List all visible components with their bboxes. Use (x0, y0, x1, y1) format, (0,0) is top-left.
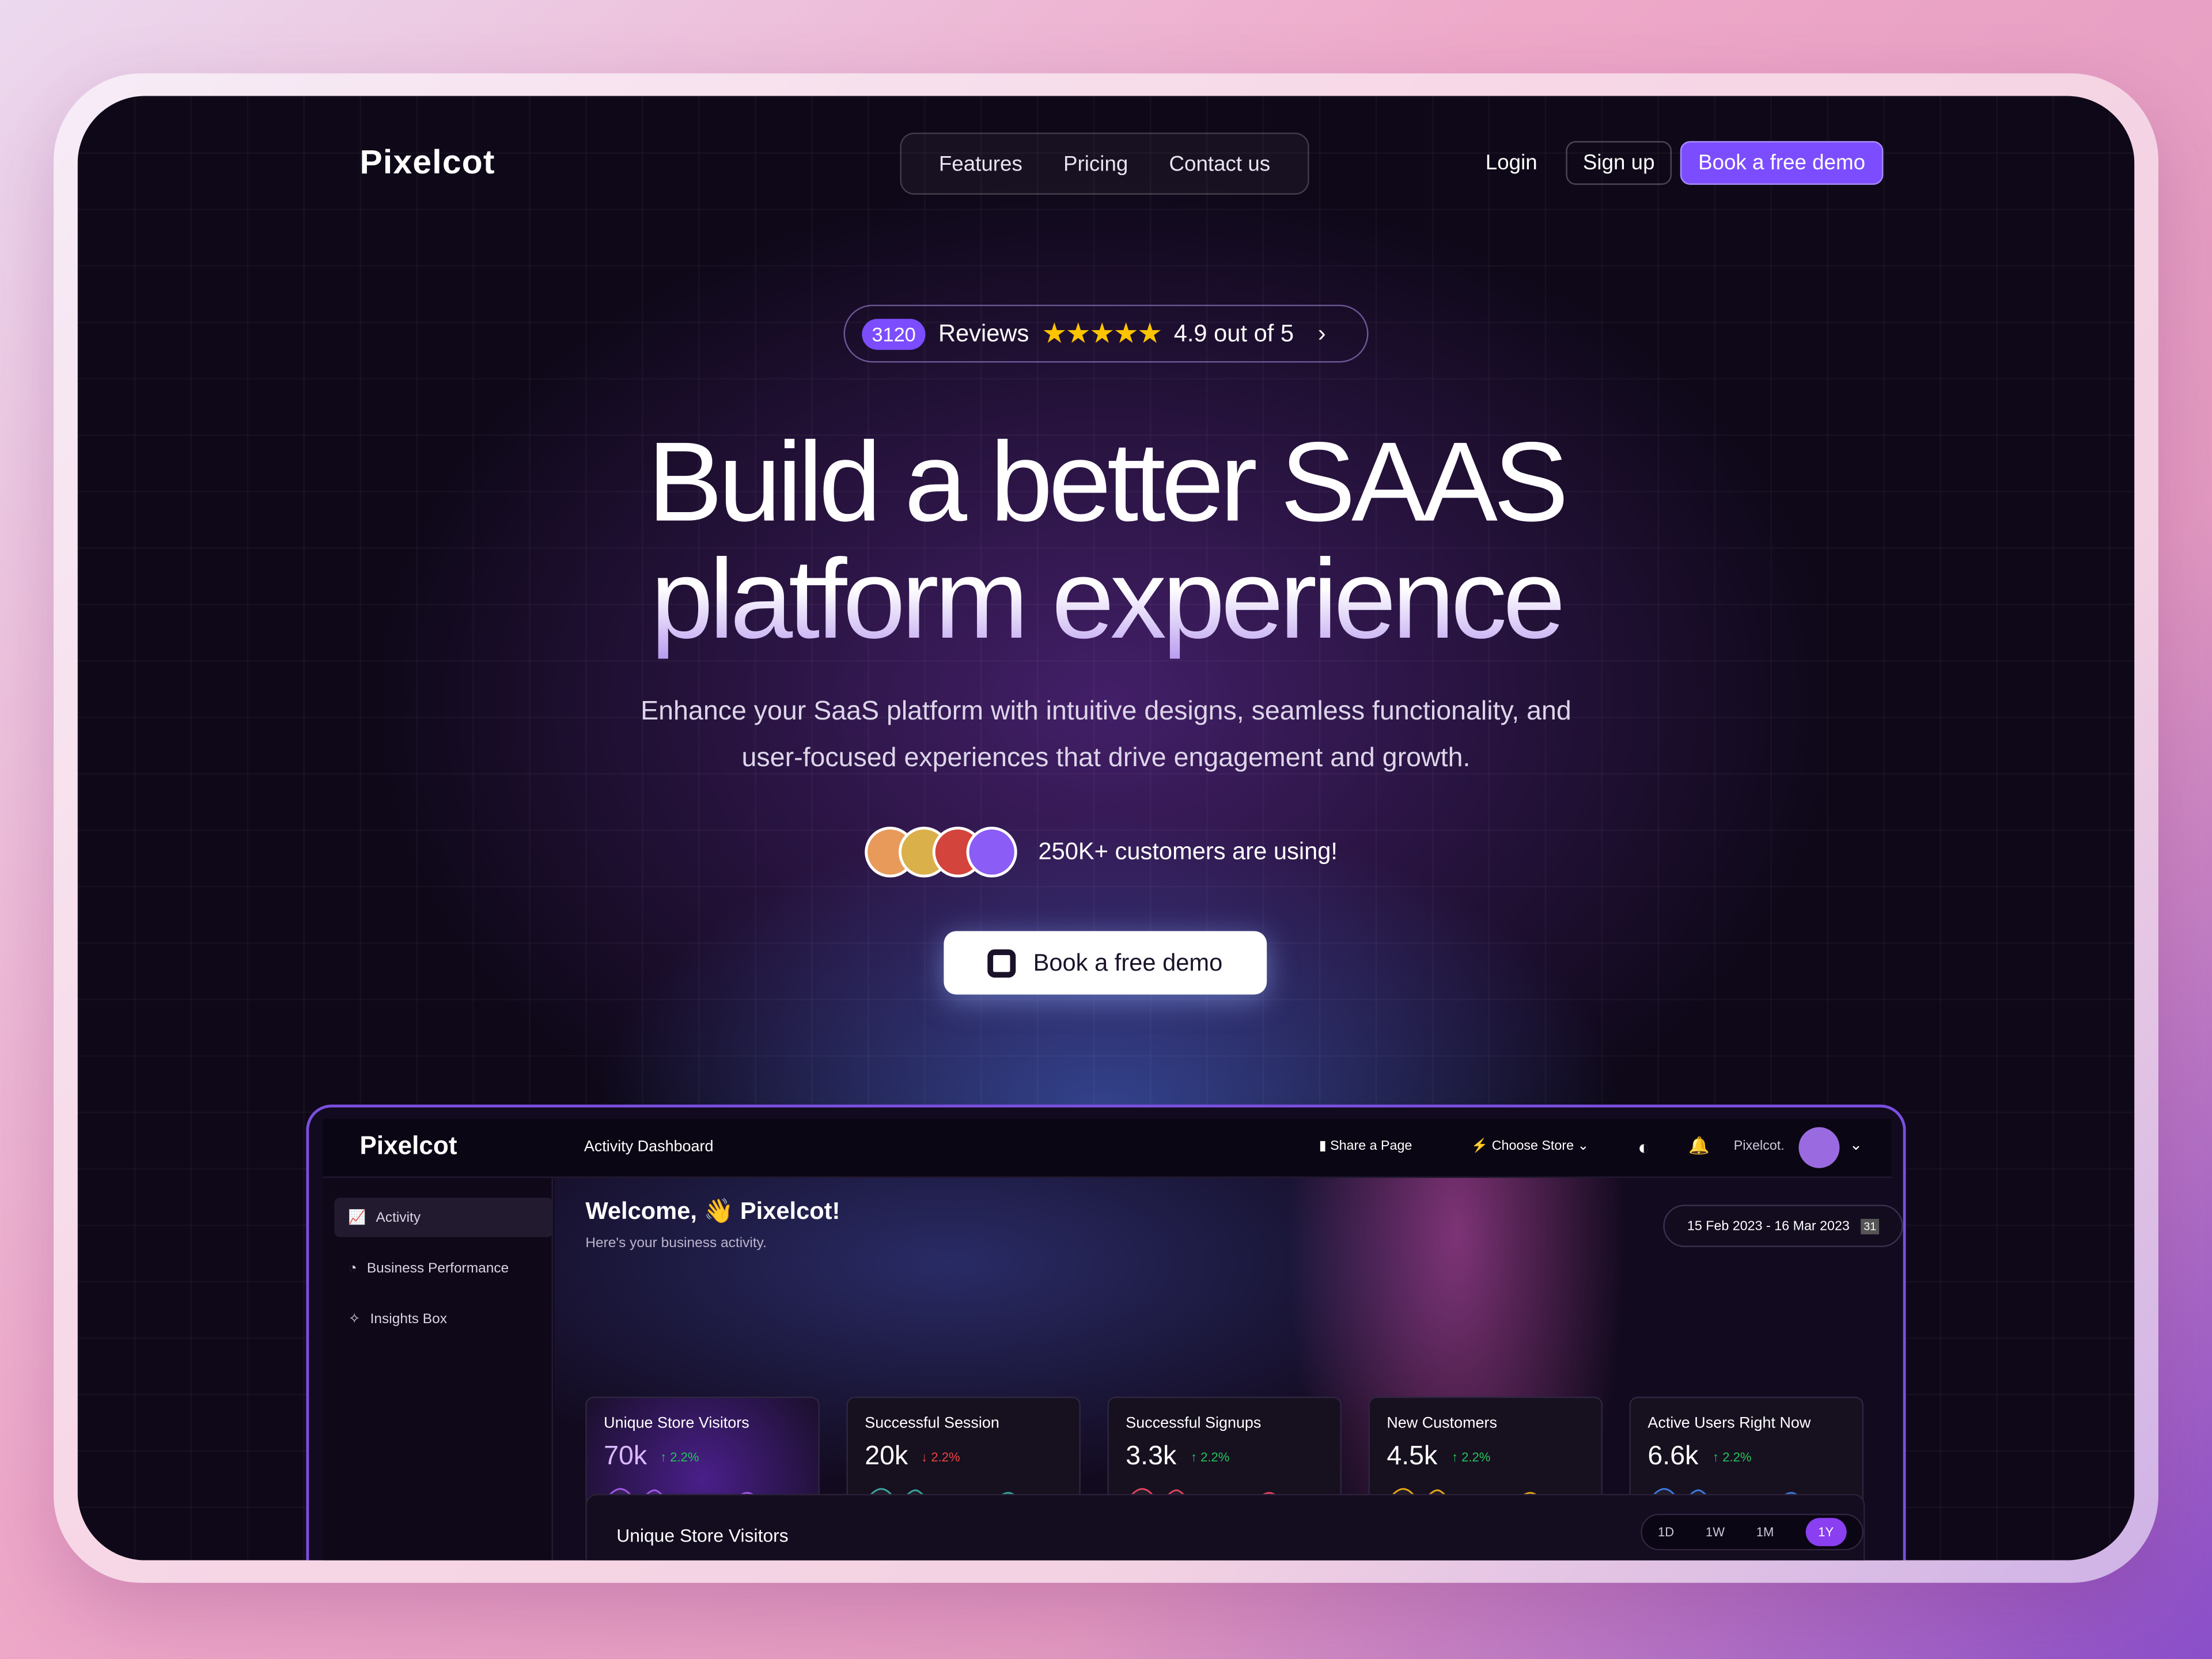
hero-subtitle: Enhance your SaaS platform with intuitiv… (641, 696, 1571, 774)
dashboard-main: Welcome, 👋 Pixelcot! Here's your busines… (554, 1177, 1903, 1560)
stat-label: Successful Signups (1126, 1415, 1262, 1432)
signup-button[interactable]: Sign up (1566, 141, 1672, 185)
insights-icon: ✧ (348, 1311, 361, 1327)
stat-change: ↑ 2.2% (1190, 1450, 1230, 1465)
book-demo-button[interactable]: Book a free demo (944, 931, 1267, 995)
stat-change: ↑ 2.2% (660, 1450, 699, 1465)
share-page-button[interactable]: ▮ Share a Page (1319, 1138, 1412, 1154)
bell-icon[interactable]: 🔔 (1688, 1135, 1710, 1155)
stat-value: 70k (604, 1441, 647, 1472)
stat-value: 20k (865, 1441, 908, 1472)
calendar-icon: 31 (1861, 1218, 1880, 1234)
nav-contact[interactable]: Contact us (1169, 151, 1271, 176)
sidebar: 📈 Activity ◔ Business Performance ✧ Insight… (323, 1177, 554, 1560)
login-link[interactable]: Login (1486, 151, 1537, 175)
logo[interactable]: Pixelcot (359, 144, 495, 184)
stat-label: Unique Store Visitors (604, 1415, 749, 1432)
landing-page: Pixelcot Features Pricing Contact us Log… (77, 96, 2135, 1560)
tf-1d[interactable]: 1D (1658, 1525, 1674, 1539)
tf-1y[interactable]: 1Y (1805, 1518, 1847, 1547)
dashboard-title: Activity Dashboard (584, 1138, 714, 1156)
nav-pricing[interactable]: Pricing (1063, 151, 1128, 176)
stat-label: Active Users Right Now (1647, 1415, 1811, 1432)
avatar[interactable] (1798, 1127, 1840, 1168)
dashboard-preview: Pixelcot Activity Dashboard ▮ Share a Pa… (306, 1104, 1906, 1560)
date-range-picker[interactable]: 15 Feb 2023 - 16 Mar 2023 31 (1663, 1205, 1903, 1247)
user-name: Pixelcot. (1733, 1138, 1785, 1154)
reviews-label: Reviews (938, 319, 1029, 347)
copy-icon: ▮ (1319, 1138, 1331, 1154)
main-nav: Features Pricing Contact us (900, 132, 1309, 195)
star-icons: ★★★★★ (1041, 319, 1162, 350)
tf-1m[interactable]: 1M (1756, 1525, 1774, 1539)
customer-avatars (865, 827, 1017, 878)
chevron-down-icon[interactable]: ⌄ (1850, 1135, 1863, 1154)
app-icon (988, 948, 1017, 977)
dashboard-logo: Pixelcot (359, 1131, 457, 1160)
stat-change: ↑ 2.2% (1452, 1450, 1491, 1465)
customers-text: 250K+ customers are using! (1038, 838, 1338, 865)
sidebar-item-business-performance[interactable]: ◔ Business Performance (334, 1248, 553, 1288)
stat-value: 4.5k (1387, 1441, 1438, 1472)
chart-icon: 📈 (348, 1210, 366, 1225)
chevron-right-icon: › (1317, 319, 1326, 347)
welcome-subtitle: Here's your business activity. (585, 1236, 767, 1252)
book-demo-nav-button[interactable]: Book a free demo (1680, 141, 1884, 185)
lightning-icon: ⚡ (1471, 1138, 1488, 1154)
review-count: 3120 (862, 318, 926, 350)
stat-change: ↓ 2.2% (921, 1450, 960, 1465)
nav-features[interactable]: Features (939, 151, 1022, 176)
choose-store-dropdown[interactable]: ⚡ Choose Store ⌄ (1471, 1138, 1589, 1154)
reviews-pill[interactable]: 3120 Reviews ★★★★★ 4.9 out of 5 › (843, 304, 1369, 363)
stat-value: 6.6k (1647, 1441, 1699, 1472)
dashboard-header: Pixelcot Activity Dashboard ▮ Share a Pa… (323, 1119, 1892, 1178)
pie-icon: ◔ (348, 1260, 357, 1277)
stat-label: Successful Session (865, 1415, 999, 1432)
hero-title-line2: platform experience (78, 540, 2135, 659)
theme-toggle-icon[interactable]: ◐ (1638, 1135, 1650, 1158)
hero-title-line1: Build a better SAAS (647, 419, 1569, 545)
avatar (966, 827, 1017, 878)
stat-value: 3.3k (1126, 1441, 1177, 1472)
panel-title: Unique Store Visitors (616, 1525, 789, 1547)
welcome-heading: Welcome, 👋 Pixelcot! (585, 1198, 840, 1225)
stat-change: ↑ 2.2% (1713, 1450, 1752, 1465)
stat-label: New Customers (1387, 1415, 1497, 1432)
sidebar-item-insights[interactable]: ✧ Insights Box (334, 1300, 553, 1339)
timeframe-selector: 1D 1W 1M 1Y (1641, 1513, 1864, 1551)
sidebar-item-activity[interactable]: 📈 Activity (334, 1198, 554, 1237)
rating: 4.9 out of 5 (1173, 319, 1294, 347)
tf-1w[interactable]: 1W (1706, 1525, 1725, 1539)
